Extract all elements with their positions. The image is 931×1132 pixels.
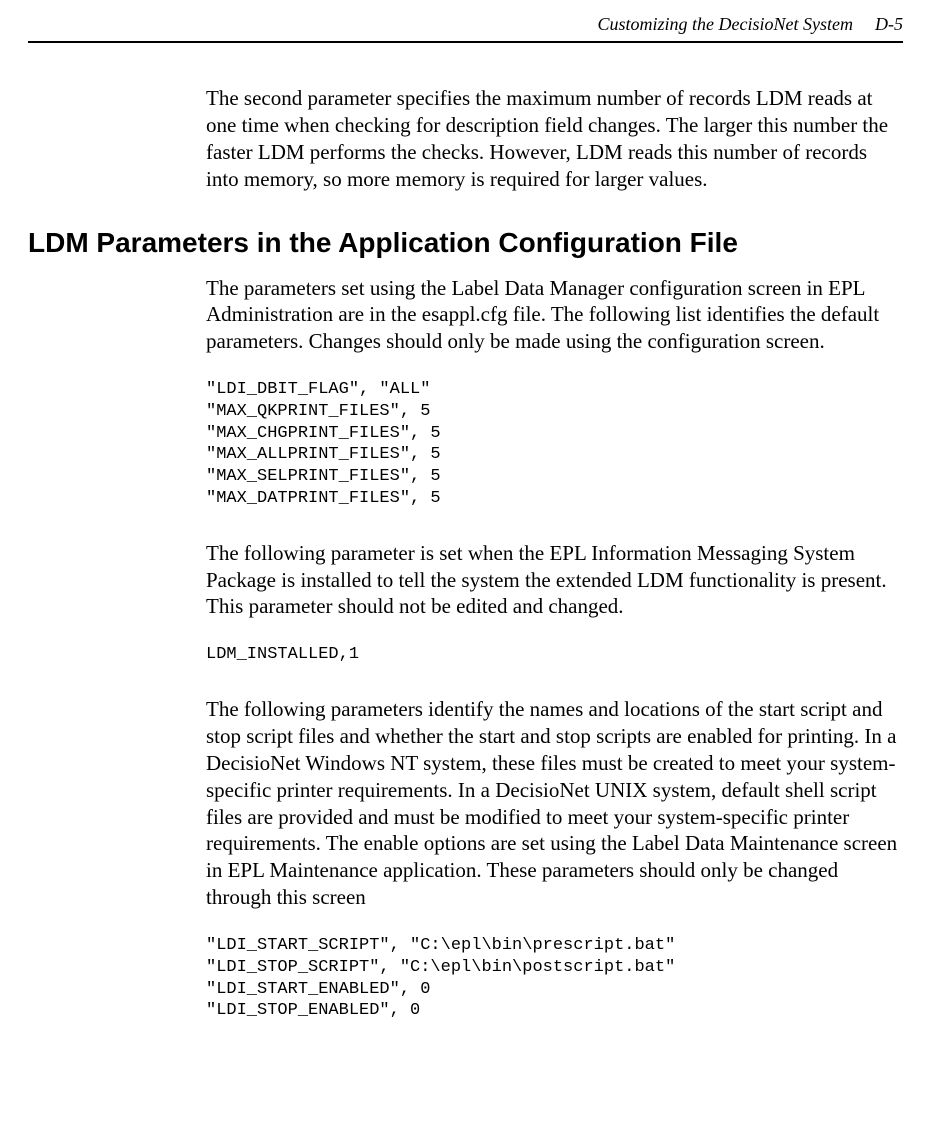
running-head-title: Customizing the DecisioNet System [598, 14, 853, 35]
paragraph-scripts: The following parameters identify the na… [206, 696, 901, 911]
running-head-page: D-5 [875, 14, 903, 35]
code-default-params: "LDI_DBIT_FLAG", "ALL" "MAX_QKPRINT_FILE… [206, 379, 901, 510]
section-heading-ldm-params: LDM Parameters in the Application Config… [28, 227, 901, 259]
code-script-params: "LDI_START_SCRIPT", "C:\epl\bin\prescrip… [206, 935, 901, 1022]
page: Customizing the DecisioNet System D-5 Th… [0, 0, 931, 1022]
paragraph-config-file: The parameters set using the Label Data … [206, 275, 901, 356]
paragraph-ldm-installed: The following parameter is set when the … [206, 540, 901, 621]
paragraph-intro: The second parameter specifies the maxim… [206, 85, 901, 193]
running-head: Customizing the DecisioNet System D-5 [28, 14, 903, 43]
content-block: The second parameter specifies the maxim… [206, 85, 901, 1022]
code-ldm-installed: LDM_INSTALLED,1 [206, 644, 901, 666]
